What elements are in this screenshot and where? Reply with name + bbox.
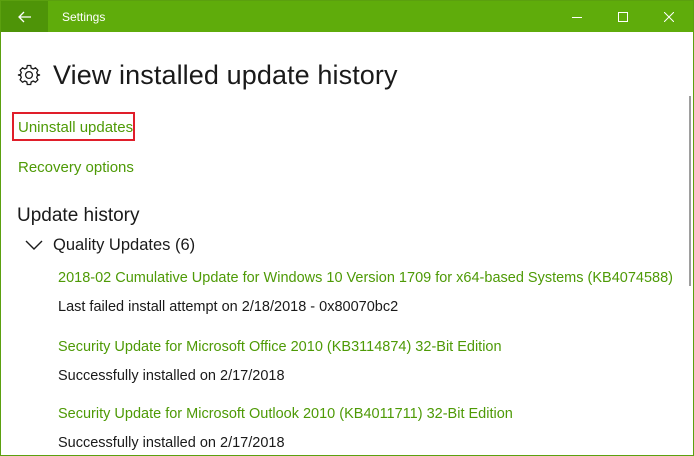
- chevron-down-icon: [25, 240, 43, 250]
- update-item: 2018-02 Cumulative Update for Windows 10…: [58, 269, 673, 316]
- update-history-heading: Update history: [17, 205, 140, 226]
- quality-updates-label: Quality Updates (6): [53, 235, 196, 254]
- settings-window: Settings View installed update history U…: [0, 0, 694, 456]
- back-arrow-icon: [17, 11, 31, 22]
- scrollbar-thumb[interactable]: [689, 96, 691, 286]
- maximize-icon: [618, 11, 628, 22]
- update-name-link[interactable]: Security Update for Microsoft Outlook 20…: [58, 405, 513, 423]
- update-status: Successfully installed on 2/17/2018: [58, 368, 285, 384]
- close-icon: [664, 11, 674, 22]
- update-status: Successfully installed on 2/17/2018: [58, 435, 285, 451]
- vertical-scrollbar[interactable]: [687, 32, 693, 455]
- maximize-button[interactable]: [600, 1, 646, 32]
- minimize-icon: [572, 16, 582, 18]
- update-name-link[interactable]: Security Update for Microsoft Office 201…: [58, 338, 502, 356]
- update-name-link[interactable]: 2018-02 Cumulative Update for Windows 10…: [58, 269, 673, 287]
- close-button[interactable]: [646, 1, 692, 32]
- uninstall-updates-link[interactable]: Uninstall updates: [18, 119, 133, 136]
- title-bar: Settings: [1, 1, 693, 32]
- minimize-button[interactable]: [554, 1, 600, 32]
- page-title: View installed update history: [53, 59, 398, 90]
- update-item: Security Update for Microsoft Outlook 20…: [58, 405, 513, 452]
- update-item: Security Update for Microsoft Office 201…: [58, 338, 502, 385]
- recovery-options-link[interactable]: Recovery options: [18, 159, 134, 176]
- back-button[interactable]: [1, 1, 48, 32]
- quality-updates-group-toggle[interactable]: Quality Updates (6): [25, 234, 195, 256]
- gear-icon: [17, 64, 41, 86]
- update-status: Last failed install attempt on 2/18/2018…: [58, 299, 399, 315]
- window-title: Settings: [62, 10, 106, 24]
- page-header: View installed update history: [17, 57, 398, 93]
